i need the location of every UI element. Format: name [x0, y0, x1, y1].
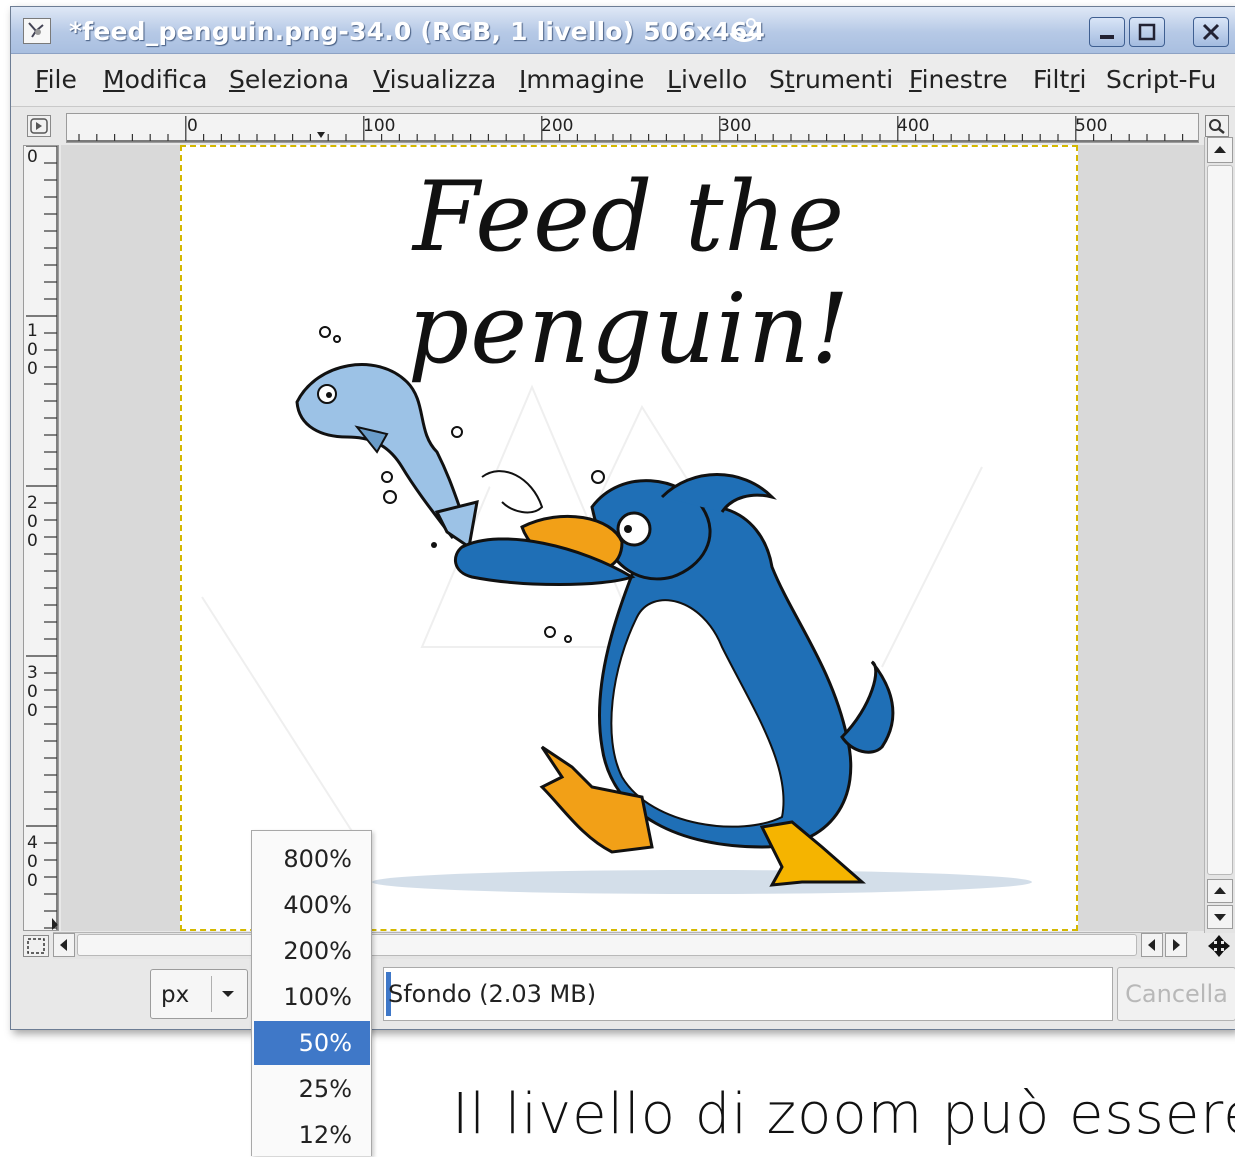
- zoom-option-200[interactable]: 200%: [254, 929, 370, 973]
- menu-script-fu[interactable]: Script-Fu: [1106, 65, 1216, 94]
- maximize-icon: [1138, 23, 1156, 41]
- menu-finestre[interactable]: Finestre: [909, 65, 1008, 94]
- vertical-scrollbar[interactable]: [1204, 137, 1235, 933]
- menu-bar: File Modifica Seleziona Visualizza Immag…: [11, 54, 1235, 107]
- status-bar: px Sfondo (2.03 MB) Cancella: [17, 965, 1235, 1025]
- arrow-up-icon: [1214, 887, 1226, 894]
- unit-value: px: [161, 982, 190, 1008]
- penguin-illustration: [201, 326, 1032, 894]
- canvas-area[interactable]: Feed the penguin!: [61, 145, 1204, 931]
- minimize-icon: [1100, 35, 1114, 39]
- close-icon: [1202, 23, 1220, 41]
- navigate-button[interactable]: [1205, 933, 1233, 959]
- arrow-right-icon: [1173, 939, 1180, 951]
- gimp-image-window: *feed_penguin.png-34.0 (RGB, 1 livello) …: [10, 6, 1235, 1030]
- caption-text: Il livello di zoom può essere: [452, 1082, 1235, 1147]
- chevron-down-icon: [222, 991, 234, 997]
- menu-arrow-icon: [30, 118, 48, 134]
- vertical-ruler[interactable]: 0 100 200 300 400: [23, 145, 59, 931]
- ruler-label: 400: [27, 833, 38, 891]
- zoom-option-400[interactable]: 400%: [254, 883, 370, 927]
- ruler-label: 200: [27, 493, 38, 551]
- zoom-option-100[interactable]: 100%: [254, 975, 370, 1019]
- ruler-label: 400: [897, 116, 929, 136]
- menu-immagine[interactable]: Immagine: [519, 65, 644, 94]
- ruler-label: 0: [27, 147, 38, 167]
- ruler-label: 0: [187, 116, 198, 136]
- zoom-dropdown-menu: 800% 400% 200% 100% 50% 25% 12%: [251, 830, 372, 1156]
- arrow-left-icon: [60, 939, 67, 951]
- zoom-option-25[interactable]: 25%: [254, 1067, 370, 1111]
- navigate-icon: [1208, 935, 1230, 957]
- menu-modifica[interactable]: Modifica: [103, 65, 208, 94]
- zoom-toggle-button[interactable]: [1205, 115, 1229, 137]
- gimp-app-icon[interactable]: [23, 18, 51, 44]
- horizontal-scroll-thumb[interactable]: [77, 934, 1137, 956]
- zoom-option-50[interactable]: 50%: [254, 1021, 370, 1065]
- ruler-label: 100: [27, 321, 38, 379]
- quick-mask-button[interactable]: [23, 935, 49, 957]
- scroll-left-button[interactable]: [53, 933, 75, 957]
- title-bar[interactable]: *feed_penguin.png-34.0 (RGB, 1 livello) …: [11, 7, 1235, 54]
- scroll-left-button-right[interactable]: [1141, 933, 1163, 957]
- scroll-down-button[interactable]: [1207, 905, 1233, 929]
- ruler-label: 200: [541, 116, 573, 136]
- scroll-up-button[interactable]: [1207, 137, 1233, 163]
- menu-visualizza[interactable]: Visualizza: [373, 65, 496, 94]
- arrow-left-icon: [1148, 939, 1155, 951]
- arrow-down-icon: [1214, 914, 1226, 921]
- menu-seleziona[interactable]: Seleziona: [229, 65, 349, 94]
- ruler-label: 500: [1075, 116, 1107, 136]
- window-title: *feed_penguin.png-34.0 (RGB, 1 livello) …: [69, 17, 766, 46]
- quick-mask-toggle-button[interactable]: [27, 115, 51, 137]
- menu-file[interactable]: File: [35, 65, 77, 94]
- minimize-button[interactable]: [1089, 17, 1125, 47]
- quick-mask-icon: [27, 938, 45, 954]
- busy-indicator-icon: [729, 18, 759, 42]
- scroll-right-button[interactable]: [1165, 933, 1187, 957]
- status-text: Sfondo (2.03 MB): [388, 980, 597, 1008]
- menu-livello[interactable]: Livello: [667, 65, 747, 94]
- maximize-button[interactable]: [1129, 17, 1165, 47]
- zoom-option-12[interactable]: 12%: [254, 1113, 370, 1157]
- unit-selector[interactable]: px: [150, 969, 248, 1019]
- scroll-up-button-lower[interactable]: [1207, 879, 1233, 903]
- image-canvas[interactable]: Feed the penguin!: [180, 145, 1078, 931]
- close-button[interactable]: [1193, 17, 1229, 47]
- horizontal-scrollbar[interactable]: [53, 932, 1188, 959]
- zoom-icon: [1209, 119, 1225, 134]
- vertical-scroll-thumb[interactable]: [1207, 165, 1233, 875]
- cancel-button[interactable]: Cancella: [1117, 967, 1235, 1021]
- ruler-label: 300: [27, 663, 38, 721]
- ruler-label: 300: [719, 116, 751, 136]
- zoom-option-800[interactable]: 800%: [254, 837, 370, 881]
- menu-filtri[interactable]: Filtri: [1033, 65, 1087, 94]
- status-message-area: Sfondo (2.03 MB): [383, 967, 1113, 1021]
- menu-strumenti[interactable]: Strumenti: [769, 65, 893, 94]
- ruler-label: 100: [363, 116, 395, 136]
- horizontal-ruler[interactable]: 0 100 200 300 400 500: [66, 113, 1199, 143]
- arrow-up-icon: [1214, 146, 1226, 153]
